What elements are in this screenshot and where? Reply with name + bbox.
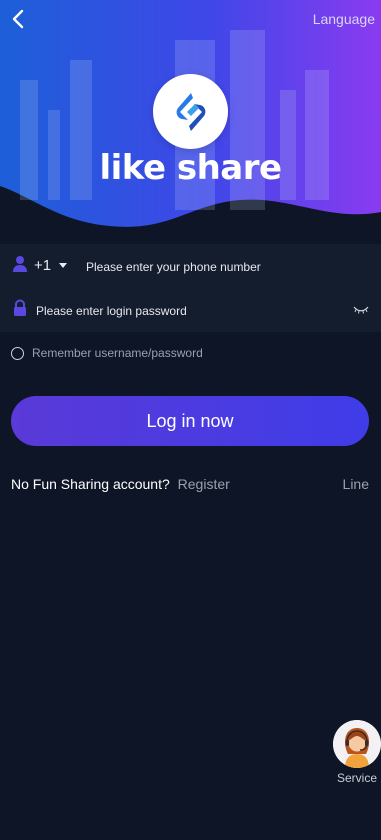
back-icon[interactable]: [8, 8, 30, 30]
country-code-value: +1: [34, 257, 52, 274]
country-code-select[interactable]: +1: [34, 257, 68, 274]
remember-radio-icon[interactable]: [11, 346, 24, 360]
remember-checkbox[interactable]: Remember username/password: [11, 346, 203, 360]
customer-service-button[interactable]: Service: [332, 720, 381, 790]
register-row: No Fun Sharing account? Register Line: [11, 476, 369, 494]
user-icon: [13, 256, 27, 272]
no-account-text: No Fun Sharing account?: [11, 476, 170, 492]
service-avatar[interactable]: [333, 720, 381, 768]
phone-field-row: +1: [0, 244, 381, 288]
brand-name: like share: [99, 148, 282, 188]
like-share-logo-icon: [176, 92, 205, 131]
phone-input[interactable]: [84, 256, 368, 278]
language-button[interactable]: Language: [313, 11, 375, 27]
service-label: Service: [336, 771, 377, 785]
app-logo: [153, 74, 228, 149]
remember-label: Remember username/password: [32, 346, 203, 360]
register-link[interactable]: Register: [178, 476, 230, 492]
line-link[interactable]: Line: [343, 476, 369, 492]
lock-icon: [14, 299, 26, 316]
hero-banner: Language like share: [0, 0, 381, 240]
login-button[interactable]: Log in now: [11, 396, 369, 446]
password-input[interactable]: [34, 300, 338, 322]
headset-agent-icon: [333, 720, 381, 768]
chevron-down-icon: [59, 263, 68, 268]
password-field-row: [0, 288, 381, 332]
eye-closed-icon[interactable]: [353, 305, 369, 315]
